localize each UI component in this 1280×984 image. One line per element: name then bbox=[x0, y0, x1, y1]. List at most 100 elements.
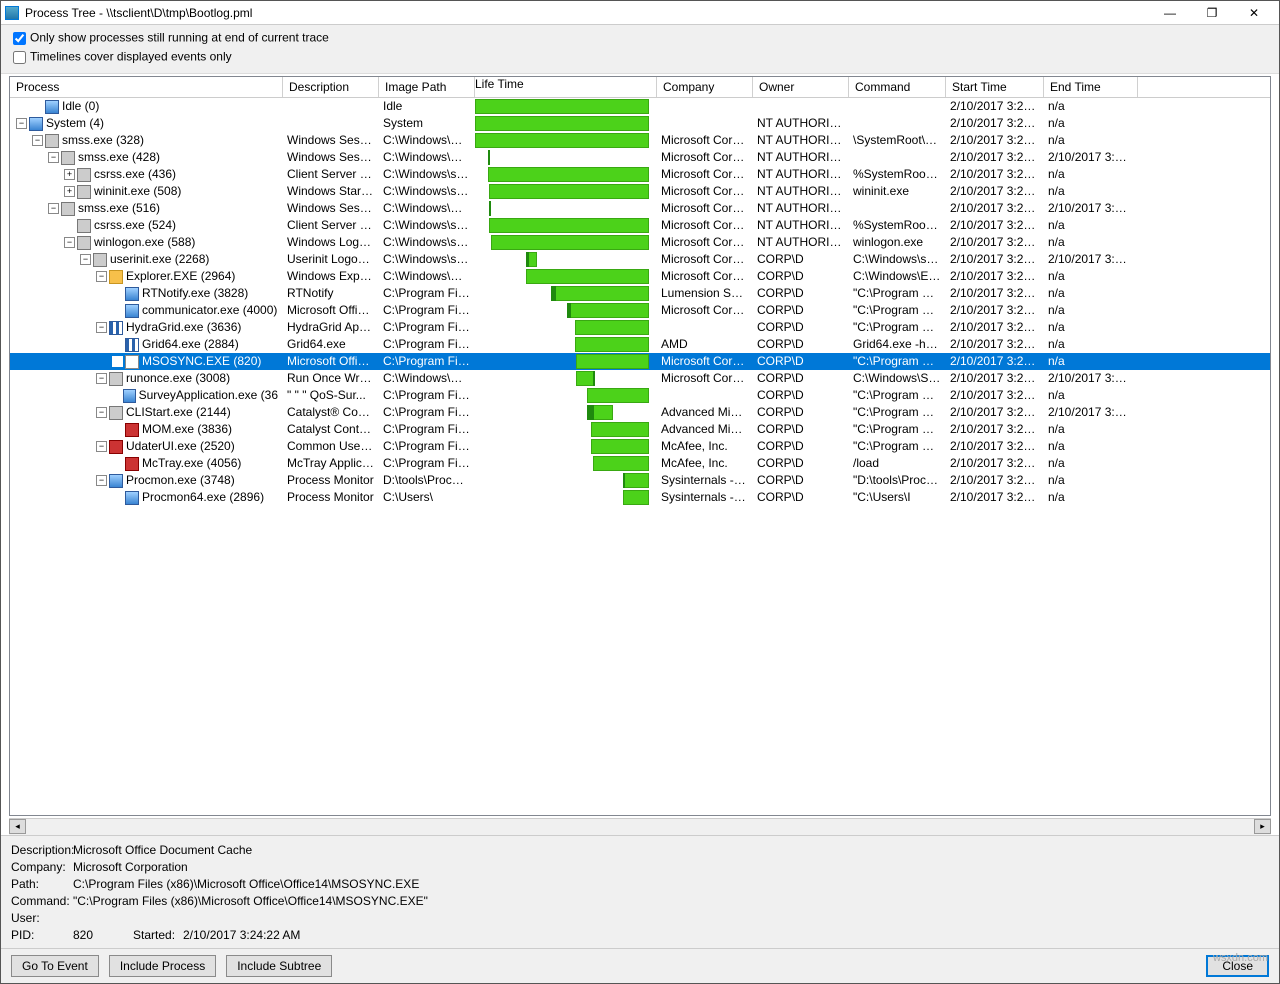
detail-command-label: Command: bbox=[11, 893, 73, 910]
cell-description: Microsoft Office C... bbox=[283, 302, 379, 319]
col-start-time[interactable]: Start Time bbox=[946, 77, 1044, 97]
table-row[interactable]: −HydraGrid.exe (3636)HydraGrid Applica..… bbox=[10, 319, 1270, 336]
cell-image-path: C:\Windows\Syst... bbox=[379, 200, 475, 217]
cell-start-time: 2/10/2017 3:24:5... bbox=[946, 438, 1044, 455]
close-button[interactable]: ✕ bbox=[1233, 2, 1275, 24]
horizontal-scrollbar[interactable]: ◂ ▸ bbox=[9, 818, 1271, 835]
col-process[interactable]: Process bbox=[10, 77, 283, 97]
table-row[interactable]: csrss.exe (524)Client Server Runt...C:\W… bbox=[10, 217, 1270, 234]
col-end-time[interactable]: End Time bbox=[1044, 77, 1138, 97]
table-row[interactable]: MOM.exe (3836)Catalyst Control C...C:\Pr… bbox=[10, 421, 1270, 438]
table-row[interactable]: −runonce.exe (3008)Run Once WrapperC:\Wi… bbox=[10, 370, 1270, 387]
process-name: Idle (0) bbox=[62, 98, 99, 115]
cell-start-time: 2/10/2017 3:22:0... bbox=[946, 183, 1044, 200]
table-row[interactable]: −smss.exe (328)Windows Session ...C:\Win… bbox=[10, 132, 1270, 149]
options-panel: Only show processes still running at end… bbox=[1, 25, 1279, 74]
table-row[interactable]: +csrss.exe (436)Client Server Runt...C:\… bbox=[10, 166, 1270, 183]
cell-end-time: n/a bbox=[1044, 353, 1138, 370]
cell-image-path: C:\Program Files (... bbox=[379, 438, 475, 455]
collapse-icon[interactable]: − bbox=[96, 271, 107, 282]
cell-end-time: n/a bbox=[1044, 455, 1138, 472]
table-row[interactable]: Grid64.exe (2884)Grid64.exeC:\Program Fi… bbox=[10, 336, 1270, 353]
table-row[interactable]: Procmon64.exe (2896)Process MonitorC:\Us… bbox=[10, 489, 1270, 506]
col-description[interactable]: Description bbox=[283, 77, 379, 97]
table-row[interactable]: +wininit.exe (508)Windows Start-Up...C:\… bbox=[10, 183, 1270, 200]
lifetime-bar bbox=[475, 116, 649, 131]
chk-timelines[interactable] bbox=[13, 51, 26, 64]
collapse-icon[interactable]: − bbox=[96, 441, 107, 452]
table-row[interactable]: −Procmon.exe (3748)Process MonitorD:\too… bbox=[10, 472, 1270, 489]
table-row[interactable]: communicator.exe (4000)Microsoft Office … bbox=[10, 302, 1270, 319]
column-headers[interactable]: Process Description Image Path Life Time… bbox=[10, 77, 1270, 98]
table-row[interactable]: −smss.exe (516)Windows Session ...C:\Win… bbox=[10, 200, 1270, 217]
lifetime-bar bbox=[489, 184, 648, 199]
table-row[interactable]: SurveyApplication.exe (36" " " QoS-Sur..… bbox=[10, 387, 1270, 404]
cell-company: AMD bbox=[657, 336, 753, 353]
lifetime-bar bbox=[491, 235, 648, 250]
tree-spacer bbox=[112, 424, 123, 435]
go-to-event-button[interactable]: Go To Event bbox=[11, 955, 99, 977]
collapse-icon[interactable]: − bbox=[96, 407, 107, 418]
cell-life-time bbox=[475, 98, 657, 115]
expand-icon[interactable]: + bbox=[64, 169, 75, 180]
close-dialog-button[interactable]: Close bbox=[1206, 955, 1269, 977]
include-subtree-button[interactable]: Include Subtree bbox=[226, 955, 332, 977]
cell-end-time: n/a bbox=[1044, 285, 1138, 302]
collapse-icon[interactable]: − bbox=[32, 135, 43, 146]
process-grid[interactable]: Process Description Image Path Life Time… bbox=[9, 76, 1271, 816]
cell-command: "C:\Program Files... bbox=[849, 319, 946, 336]
collapse-icon[interactable]: − bbox=[96, 475, 107, 486]
collapse-icon[interactable]: − bbox=[96, 373, 107, 384]
cell-life-time bbox=[475, 115, 657, 132]
minimize-button[interactable]: — bbox=[1149, 2, 1191, 24]
col-life-time[interactable]: Life Time bbox=[475, 77, 657, 97]
chk-running-only[interactable] bbox=[13, 32, 26, 45]
cell-description: McTray Application bbox=[283, 455, 379, 472]
expand-icon[interactable]: + bbox=[64, 186, 75, 197]
tree-spacer bbox=[112, 492, 123, 503]
collapse-icon[interactable]: − bbox=[64, 237, 75, 248]
collapse-icon[interactable]: − bbox=[48, 203, 59, 214]
cell-start-time: 2/10/2017 3:24:2... bbox=[946, 370, 1044, 387]
cell-command: "C:\Program Files... bbox=[849, 404, 946, 421]
include-process-button[interactable]: Include Process bbox=[109, 955, 216, 977]
table-row[interactable]: McTray.exe (4056)McTray ApplicationC:\Pr… bbox=[10, 455, 1270, 472]
scroll-left-button[interactable]: ◂ bbox=[9, 819, 26, 834]
cell-start-time: 2/10/2017 3:22:0... bbox=[946, 217, 1044, 234]
table-row[interactable]: −CLIStart.exe (2144)Catalyst® Control ..… bbox=[10, 404, 1270, 421]
detail-user-label: User: bbox=[11, 910, 73, 927]
lifetime-bar bbox=[623, 490, 648, 505]
cell-company: McAfee, Inc. bbox=[657, 438, 753, 455]
maximize-button[interactable]: ❐ bbox=[1191, 2, 1233, 24]
titlebar[interactable]: Process Tree - \\tsclient\D\tmp\Bootlog.… bbox=[1, 1, 1279, 25]
col-command[interactable]: Command bbox=[849, 77, 946, 97]
collapse-icon[interactable]: − bbox=[96, 322, 107, 333]
cell-life-time bbox=[475, 387, 657, 404]
col-image-path[interactable]: Image Path bbox=[379, 77, 475, 97]
cell-description: " " " QoS-Sur... bbox=[283, 387, 379, 404]
col-company[interactable]: Company bbox=[657, 77, 753, 97]
tree-spacer bbox=[112, 305, 123, 316]
collapse-icon[interactable]: − bbox=[16, 118, 27, 129]
table-row[interactable]: −userinit.exe (2268)Userinit Logon Ap...… bbox=[10, 251, 1270, 268]
option-running-only[interactable]: Only show processes still running at end… bbox=[9, 29, 1271, 48]
table-row[interactable]: −UdaterUI.exe (2520)Common User Inte...C… bbox=[10, 438, 1270, 455]
table-row[interactable]: RTNotify.exe (3828)RTNotifyC:\Program Fi… bbox=[10, 285, 1270, 302]
table-row[interactable]: −Explorer.EXE (2964)Windows ExplorerC:\W… bbox=[10, 268, 1270, 285]
table-row[interactable]: −winlogon.exe (588)Windows Logon A...C:\… bbox=[10, 234, 1270, 251]
table-row[interactable]: MSOSYNC.EXE (820)Microsoft Office D...C:… bbox=[10, 353, 1270, 370]
col-owner[interactable]: Owner bbox=[753, 77, 849, 97]
scroll-right-button[interactable]: ▸ bbox=[1254, 819, 1271, 834]
cell-description: RTNotify bbox=[283, 285, 379, 302]
cell-description: Windows Logon A... bbox=[283, 234, 379, 251]
lifetime-bar bbox=[475, 133, 649, 148]
cell-start-time: 2/10/2017 3:22:0... bbox=[946, 200, 1044, 217]
table-row[interactable]: Idle (0)Idle2/10/2017 3:21:3...n/a bbox=[10, 98, 1270, 115]
option-timelines[interactable]: Timelines cover displayed events only bbox=[9, 48, 1271, 67]
table-row[interactable]: −smss.exe (428)Windows Session ...C:\Win… bbox=[10, 149, 1270, 166]
table-row[interactable]: −System (4)SystemNT AUTHORITY\...2/10/20… bbox=[10, 115, 1270, 132]
cell-image-path: C:\Windows\syst... bbox=[379, 251, 475, 268]
cell-company: Sysinternals - ww... bbox=[657, 472, 753, 489]
collapse-icon[interactable]: − bbox=[48, 152, 59, 163]
collapse-icon[interactable]: − bbox=[80, 254, 91, 265]
